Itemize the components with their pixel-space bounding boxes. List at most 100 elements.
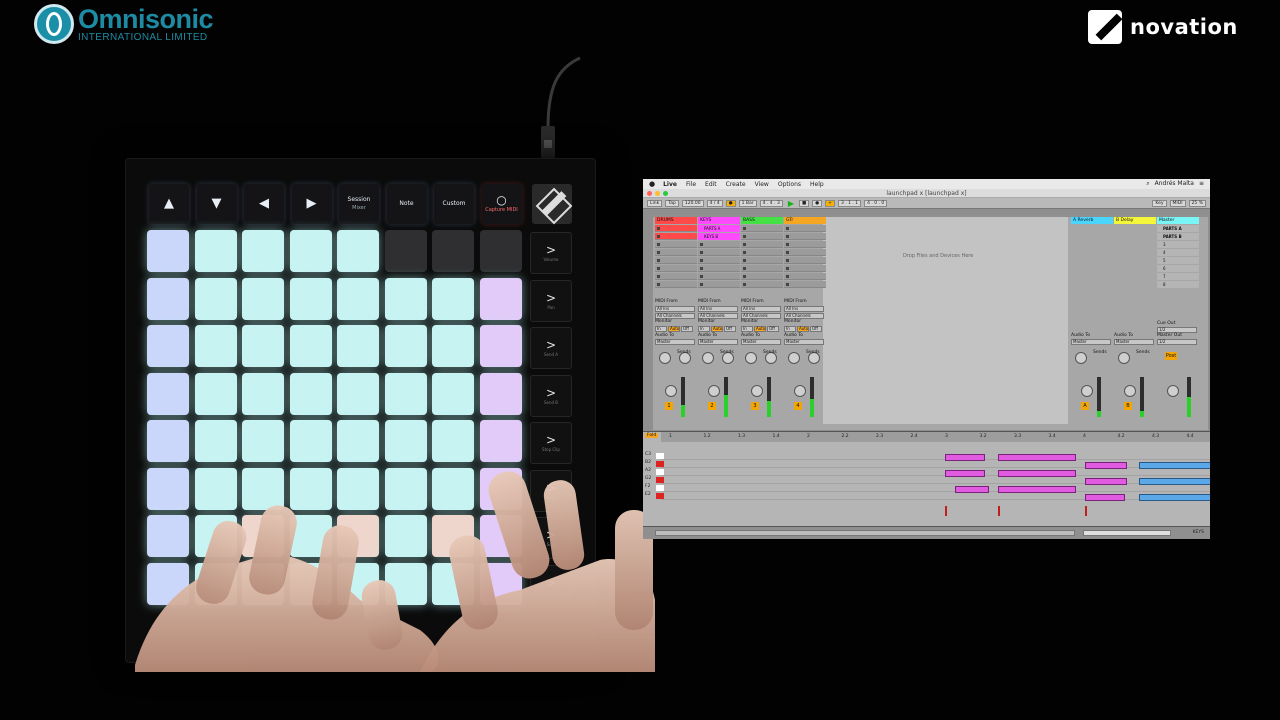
midi-map-button[interactable]: MIDI	[1169, 199, 1186, 207]
top-button-4[interactable]: Session Mixer	[339, 184, 379, 224]
clip-slot[interactable]	[655, 233, 697, 240]
pad-r5-c4[interactable]	[337, 467, 379, 510]
quantization-menu[interactable]: 1 Bar	[738, 199, 757, 207]
fold-button[interactable]: Fold	[645, 433, 659, 438]
scene-launch-button-4[interactable]: > Stop Clip	[530, 422, 572, 464]
track-activator-4[interactable]: 4	[794, 402, 802, 410]
device-drop-area[interactable]: Drop Files and Devices Here	[823, 217, 1068, 424]
pad-r7-c2[interactable]	[242, 562, 284, 605]
stop-button[interactable]: ■	[798, 199, 810, 207]
monitor-off-button[interactable]: Off	[724, 326, 736, 332]
beat-ruler[interactable]: 1 1.2 1.3 1.4 2 2.2 2.3 2.4 3 3.2 3.3 3.4 4 4.2 4.3 4.4	[661, 432, 1210, 442]
pad-r2-c2[interactable]	[242, 325, 284, 367]
time-signature-field[interactable]: 4 / 4	[706, 199, 723, 207]
monitor-in-button[interactable]: In	[741, 326, 753, 332]
loop-length-field[interactable]: 4 . 0 . 0	[864, 199, 888, 207]
clip-slot[interactable]	[784, 241, 826, 248]
track-activator-2[interactable]: 2	[708, 402, 716, 410]
pad-r4-c6[interactable]	[432, 420, 474, 462]
locator-marker[interactable]	[998, 506, 1000, 516]
top-button-0[interactable]: ▲	[149, 184, 189, 224]
scene-launch-button-3[interactable]: > Send B	[530, 374, 572, 417]
pad-r4-c1[interactable]	[194, 420, 237, 462]
pad-r6-c1[interactable]	[194, 515, 237, 557]
pad-r0-c4[interactable]	[337, 230, 379, 272]
pad-r1-c3[interactable]	[289, 277, 332, 320]
pad-r7-c1[interactable]	[194, 562, 237, 605]
top-button-2[interactable]: ◀	[244, 184, 284, 224]
overview-scrollbar[interactable]	[1083, 530, 1171, 536]
track-header-keys[interactable]: KEYS	[698, 217, 740, 224]
menu-item-edit[interactable]: Edit	[705, 181, 717, 188]
monitor-auto-button[interactable]: Auto	[711, 326, 723, 332]
pad-r1-c5[interactable]	[384, 277, 427, 320]
top-button-1[interactable]: ▼	[196, 184, 237, 224]
menu-item-view[interactable]: View	[755, 181, 769, 188]
pad-r3-c6[interactable]	[432, 372, 474, 415]
menu-item-file[interactable]: File	[686, 181, 696, 188]
monitor-in-button[interactable]: In	[655, 326, 667, 332]
pad-r4-c3[interactable]	[289, 420, 332, 462]
clip-slot[interactable]	[784, 257, 826, 264]
pad-r1-c7[interactable]	[479, 277, 522, 320]
pad-r7-c0[interactable]	[147, 562, 189, 605]
pad-r0-c1[interactable]	[194, 230, 237, 272]
track-header-drums[interactable]: DRUMS	[655, 217, 697, 224]
pad-r1-c0[interactable]	[147, 277, 189, 320]
pad-r3-c1[interactable]	[194, 372, 237, 415]
clip-slot[interactable]	[784, 265, 826, 272]
scene-launch-6[interactable]: 7	[1157, 273, 1199, 280]
return-header-1[interactable]: B Delay	[1114, 217, 1156, 224]
pad-r3-c2[interactable]	[242, 372, 284, 415]
scene-launch-button-7[interactable]: > Record Arm	[530, 564, 572, 607]
pad-r6-c5[interactable]	[384, 515, 427, 557]
scene-launch-button-1[interactable]: > Pan	[530, 279, 572, 322]
pad-r0-c5[interactable]	[384, 230, 427, 272]
pad-r2-c6[interactable]	[432, 325, 474, 367]
scene-launch-button-6[interactable]: > Solo	[530, 517, 572, 559]
close-window-icon[interactable]	[647, 191, 652, 196]
arrangement-clip[interactable]	[945, 470, 985, 477]
pad-r2-c3[interactable]	[289, 325, 332, 367]
pan-knob[interactable]	[751, 385, 763, 397]
pad-r6-c7[interactable]	[479, 515, 522, 557]
clip-slot[interactable]	[784, 273, 826, 280]
clip-slot[interactable]	[698, 257, 740, 264]
mixer-master[interactable]: Master	[698, 339, 738, 345]
pad-r5-c1[interactable]	[194, 467, 237, 510]
loop-start-field[interactable]: 3 . 1 . 1	[837, 199, 862, 207]
send-a-knob[interactable]	[702, 352, 714, 364]
track-activator-3[interactable]: 3	[751, 402, 759, 410]
pad-r2-c5[interactable]	[384, 325, 427, 367]
return-send-knob[interactable]	[1118, 352, 1130, 364]
pad-r4-c7[interactable]	[479, 420, 522, 462]
clip-slot[interactable]	[698, 273, 740, 280]
track-header-gtr[interactable]: GTr	[784, 217, 826, 224]
pan-knob[interactable]	[665, 385, 677, 397]
return-output-select[interactable]: Master	[1114, 339, 1154, 345]
clip-slot[interactable]	[741, 257, 783, 264]
key-map-button[interactable]: Key	[1152, 199, 1167, 207]
menu-item-live[interactable]: Live	[663, 181, 677, 188]
clip-slot[interactable]	[655, 225, 697, 232]
pad-r6-c6[interactable]	[432, 515, 474, 557]
pad-r4-c4[interactable]	[337, 420, 379, 462]
clip-slot[interactable]	[741, 233, 783, 240]
link-button[interactable]: Link	[647, 199, 663, 207]
master-header[interactable]: Master	[1157, 217, 1199, 224]
pad-r3-c4[interactable]	[337, 372, 379, 415]
pad-r2-c0[interactable]	[147, 325, 189, 367]
monitor-off-button[interactable]: Off	[810, 326, 822, 332]
mixer-master[interactable]: Master	[741, 339, 781, 345]
pad-r6-c2[interactable]	[242, 515, 284, 557]
arrangement-clip[interactable]	[1139, 462, 1210, 469]
pad-r5-c0[interactable]	[147, 467, 189, 510]
pad-r1-c6[interactable]	[432, 277, 474, 320]
pad-r7-c3[interactable]	[289, 562, 332, 605]
pad-r5-c3[interactable]	[289, 467, 332, 510]
pad-r5-c2[interactable]	[242, 467, 284, 510]
return-activator-A[interactable]: A	[1081, 402, 1089, 410]
pad-r0-c6[interactable]	[432, 230, 474, 272]
pad-r7-c5[interactable]	[384, 562, 427, 605]
pad-r0-c3[interactable]	[289, 230, 332, 272]
